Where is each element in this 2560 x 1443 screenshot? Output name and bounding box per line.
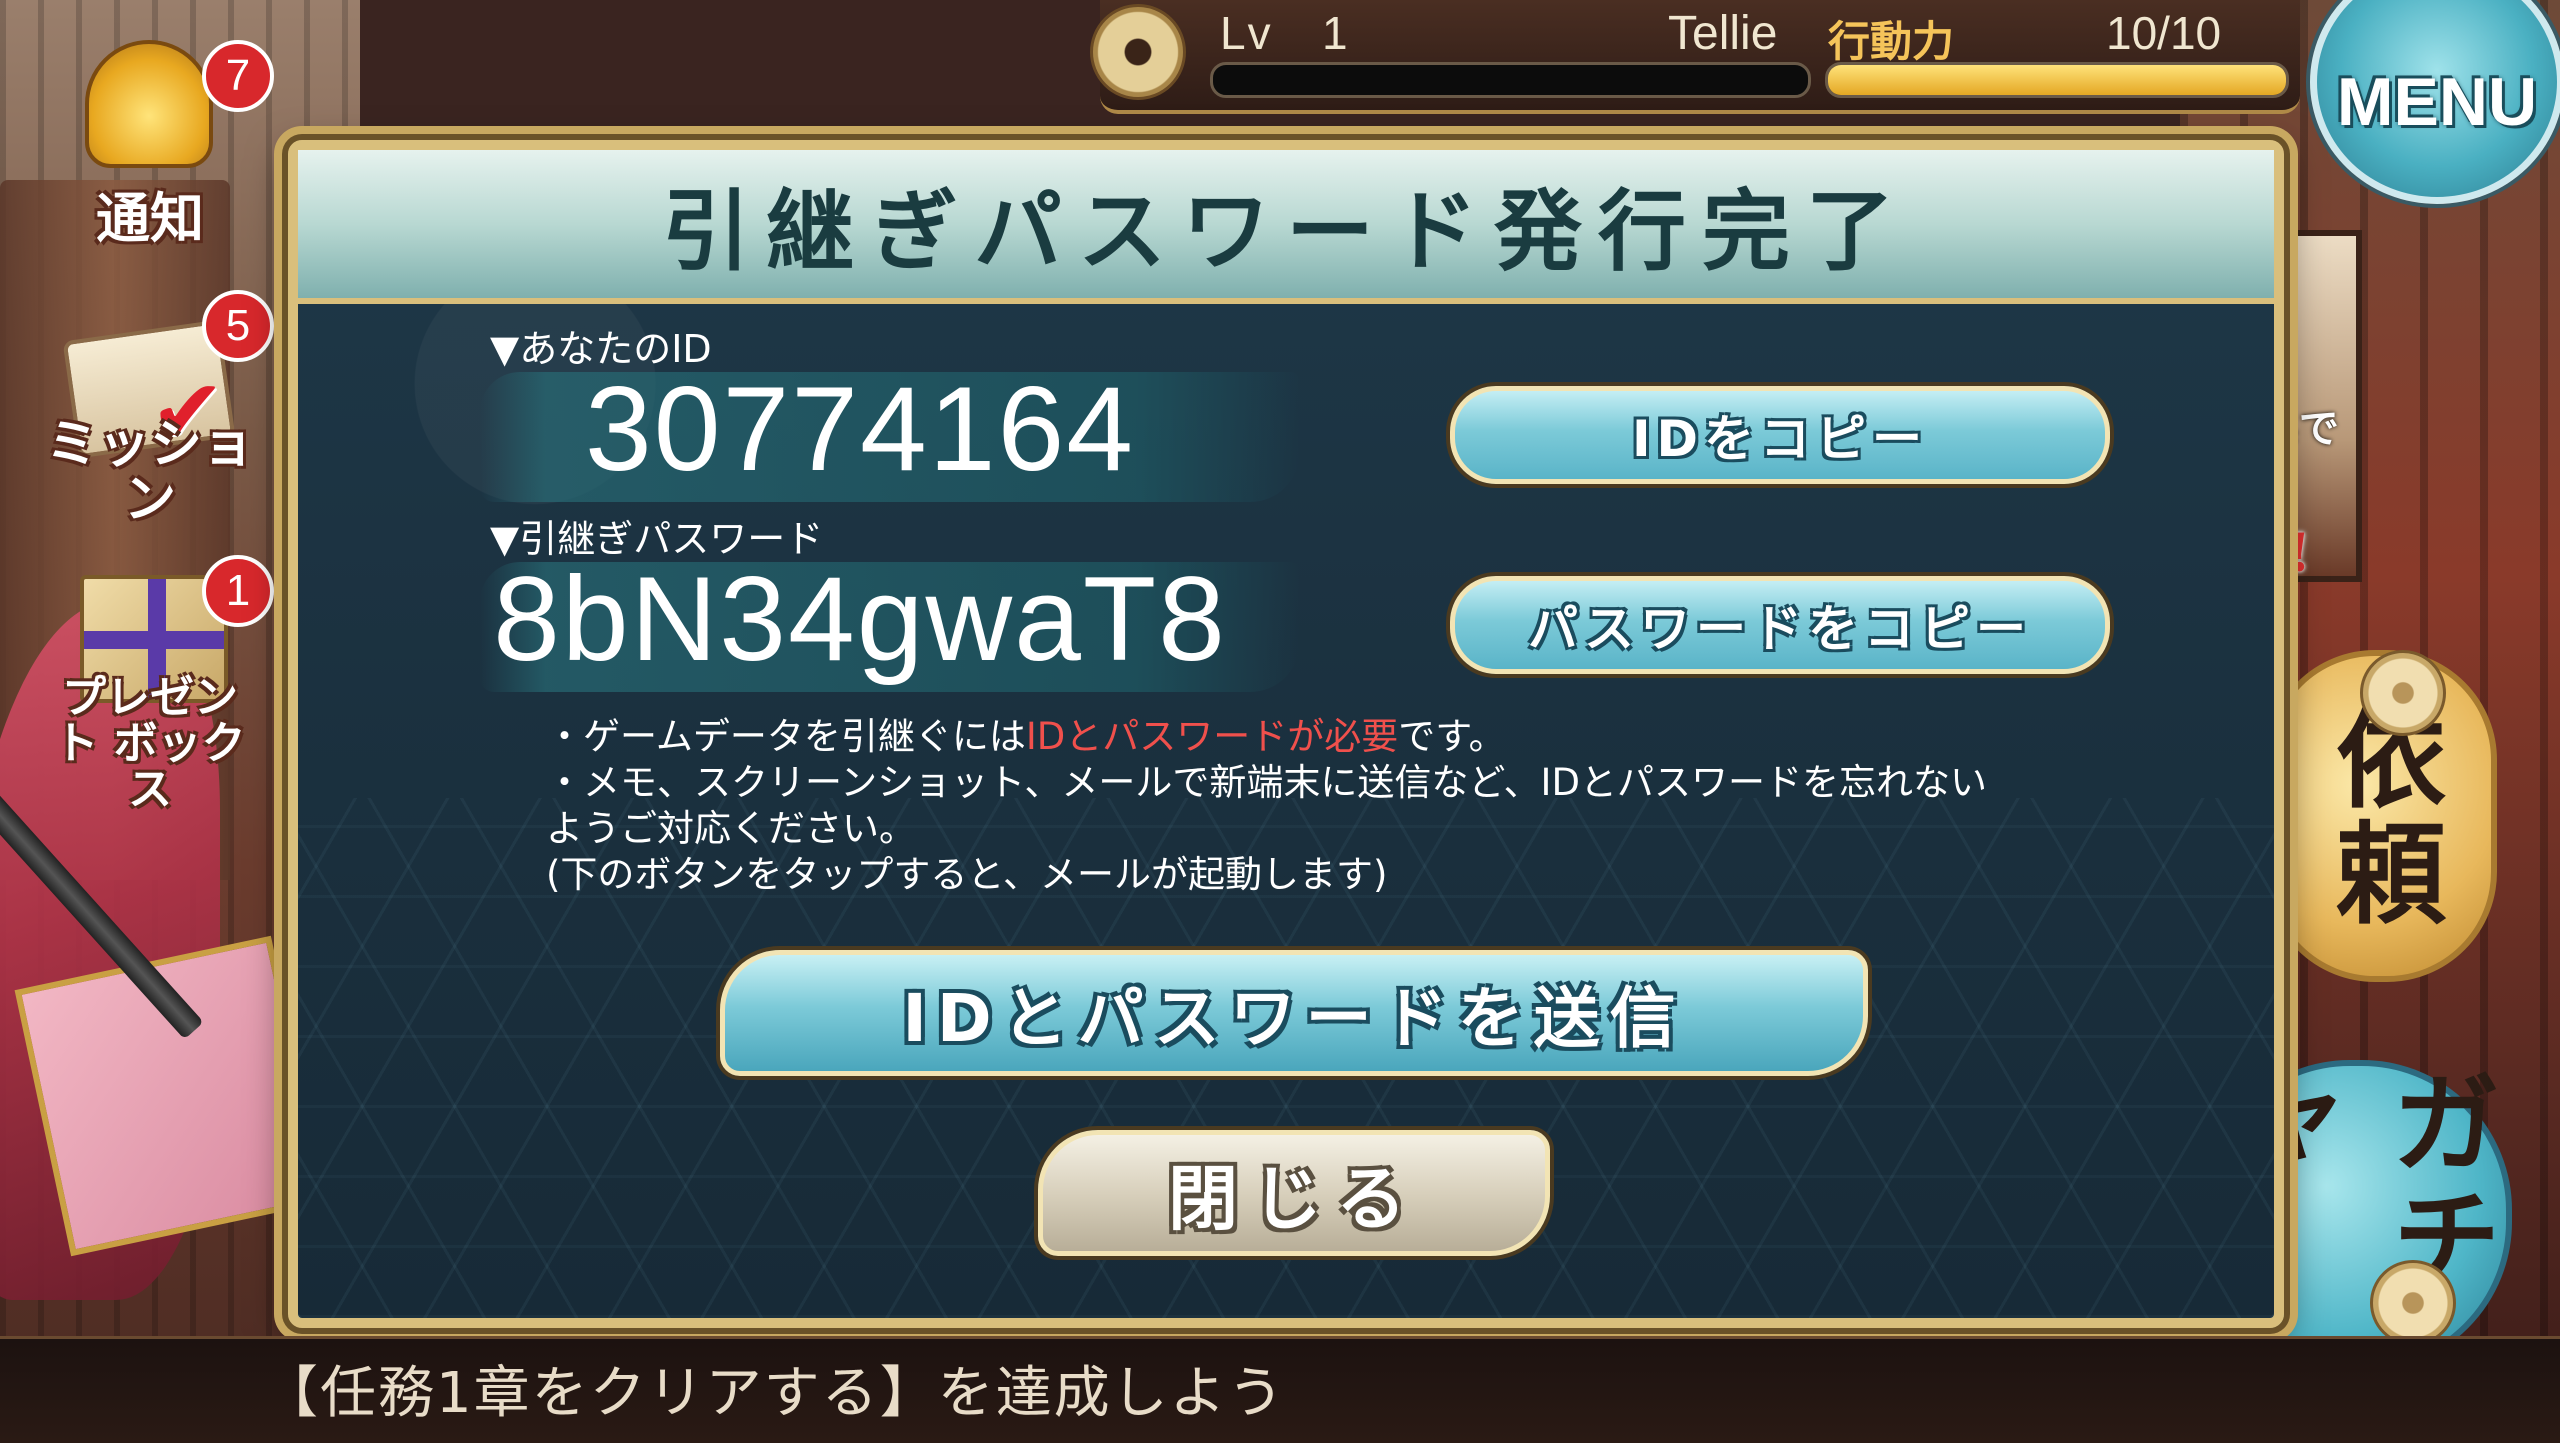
notification-badge: 7	[202, 40, 274, 112]
instruction-notes: ・ゲームデータを引継ぐにはIDとパスワードが必要です。 ・メモ、スクリーンショッ…	[546, 714, 2066, 898]
note-line-1-highlight: IDとパスワードが必要	[1025, 715, 1399, 758]
note-line-1-suffix: です。	[1398, 715, 1506, 758]
level-value: 1	[1322, 7, 1348, 59]
close-button[interactable]: 閉じる	[1038, 1130, 1550, 1256]
stamina-value: 10/10	[2106, 7, 2222, 59]
flower-ornament-icon	[2360, 650, 2446, 736]
note-line-1-prefix: ・ゲームデータを引継ぐには	[546, 715, 1026, 758]
exp-bar	[1210, 62, 1811, 98]
note-line-1: ・ゲームデータを引継ぐにはIDとパスワードが必要です。	[546, 714, 2066, 760]
note-line-3: ようご対応ください。	[546, 807, 916, 850]
transfer-password-dialog: 引継ぎパスワード発行完了 ▼あなたのID 30774164 IDをコピー ▼引継…	[288, 140, 2284, 1328]
stamina-bar-fill	[1828, 65, 2286, 95]
password-value: 8bN34gwaT8	[493, 552, 1227, 686]
stamina-label: 行動力	[1828, 17, 1955, 66]
emblem-icon	[1090, 4, 1186, 100]
present-box-badge: 1	[202, 555, 274, 627]
copy-id-button[interactable]: IDをコピー	[1450, 386, 2110, 484]
send-id-password-button[interactable]: IDとパスワードを送信	[720, 950, 1868, 1076]
present-box-label: プレゼント ボックス	[54, 672, 246, 816]
copy-password-button[interactable]: パスワードをコピー	[1450, 576, 2110, 674]
player-name: Tellie	[1668, 7, 1778, 60]
flower-ornament-icon	[2370, 1260, 2456, 1346]
menu-label: MENU	[2336, 64, 2538, 140]
bell-icon	[85, 40, 213, 168]
note-line-4: (下のボタンをタップすると、メールが起動します)	[546, 853, 1388, 896]
mission-hint-text: 【任務1章をクリアする】を達成しよう	[262, 1361, 1286, 1426]
dialog-title-bar: 引継ぎパスワード発行完了	[298, 150, 2274, 304]
notification-label: 通知	[96, 186, 204, 250]
dialog-title: 引継ぎパスワード発行完了	[661, 178, 1910, 283]
mission-label: ミッション	[45, 414, 254, 530]
level-label: Lv	[1220, 7, 1273, 59]
mission-badge: 5	[202, 290, 274, 362]
id-value: 30774164	[585, 362, 1135, 496]
stamina-bar	[1825, 62, 2289, 98]
character-kimono	[14, 935, 328, 1257]
note-line-2: ・メモ、スクリーンショット、メールで新端末に送信など、IDとパスワードを忘れない	[546, 761, 1987, 804]
